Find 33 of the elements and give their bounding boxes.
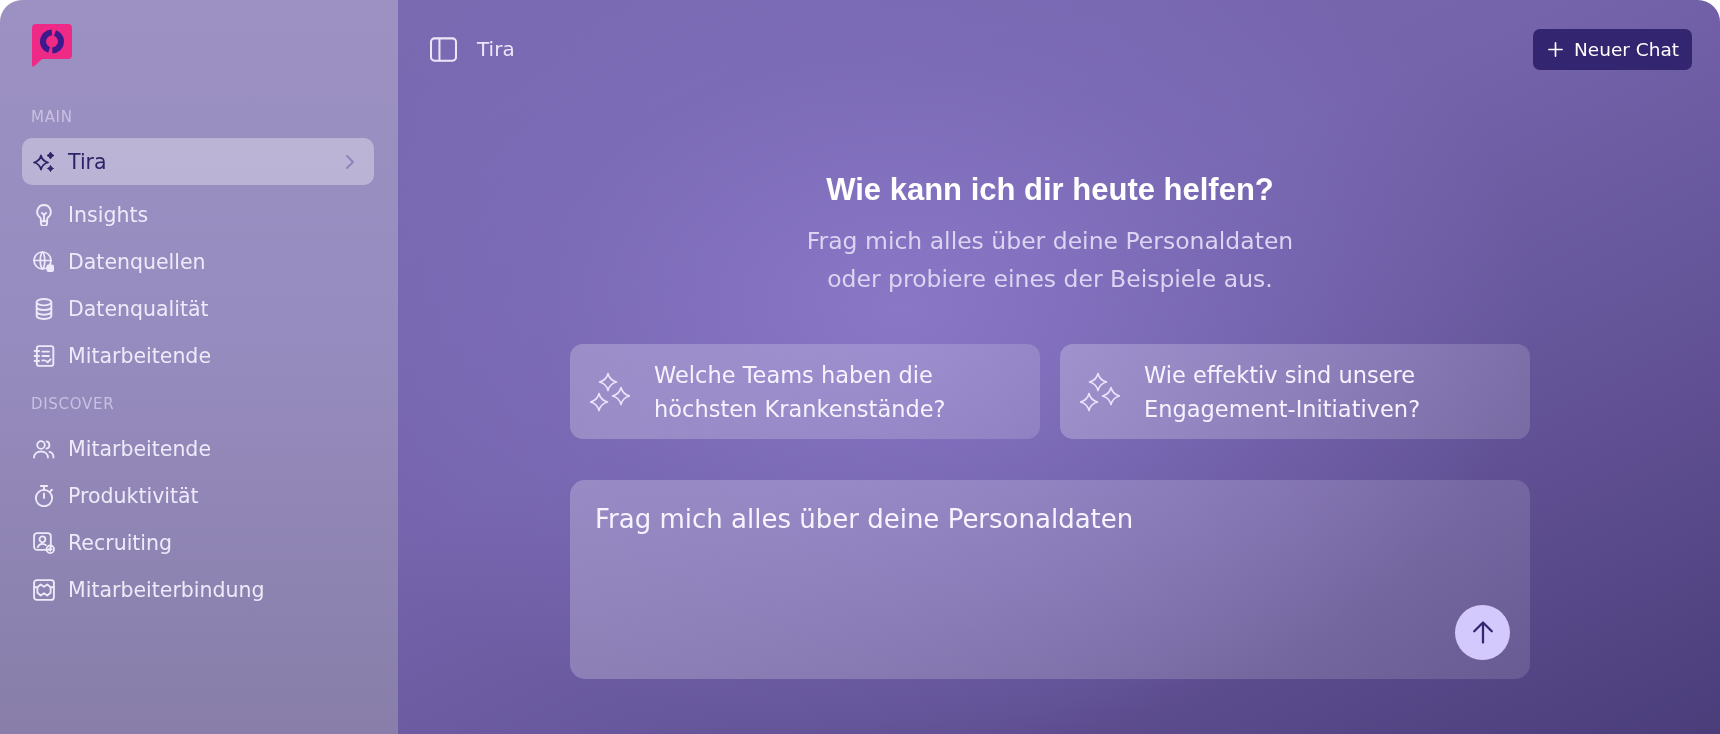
sparkles-icon <box>33 150 55 173</box>
stopwatch-icon <box>33 484 55 507</box>
sidebar-item[interactable]: Produktivität <box>22 472 374 519</box>
hero-subtitle: Frag mich alles über deine Personaldaten oder probiere eines der Beispiele aus. <box>805 226 1295 295</box>
header-title: Tira <box>477 37 515 61</box>
sidebar-item[interactable]: Datenqualität <box>22 285 374 332</box>
sidebar-item[interactable]: Mitarbeitende <box>22 332 374 379</box>
user-card-icon <box>33 531 55 554</box>
plus-icon <box>1547 41 1563 57</box>
arrow-up-icon <box>1472 621 1493 644</box>
logo-icon <box>32 24 72 67</box>
frame-icon <box>33 578 55 601</box>
sparkles-icon <box>1080 371 1120 412</box>
sidebar-item[interactable]: Datenquellen <box>22 238 374 285</box>
sidebar-item[interactable]: Mitarbeiterbindung <box>22 566 374 613</box>
sidebar-item[interactable]: Tira <box>22 138 374 185</box>
users-icon <box>33 437 55 460</box>
chevron-right-icon <box>346 154 354 169</box>
lightbulb-icon <box>33 203 55 226</box>
hero-title: Wie kann ich dir heute helfen? <box>826 171 1274 209</box>
suggestion-card[interactable]: Wie effektiv sind unsere Engagement-Initiativen? <box>1060 344 1530 439</box>
globe-icon <box>33 250 55 273</box>
notebook-icon <box>33 344 55 367</box>
sidebar-item[interactable]: Insights <box>22 191 374 238</box>
send-button[interactable] <box>1455 605 1510 660</box>
database-icon <box>33 297 55 320</box>
sidebar-toggle-button[interactable] <box>430 36 457 62</box>
sidebar-item[interactable]: Recruiting <box>22 519 374 566</box>
panel-icon <box>430 36 457 62</box>
suggestion-card[interactable]: Welche Teams haben die höchsten Krankenstände? <box>570 344 1040 439</box>
new-chat-button[interactable]: Neuer Chat <box>1532 28 1692 70</box>
sidebar-item[interactable]: Mitarbeitende <box>22 425 374 472</box>
sparkles-icon <box>590 371 630 412</box>
